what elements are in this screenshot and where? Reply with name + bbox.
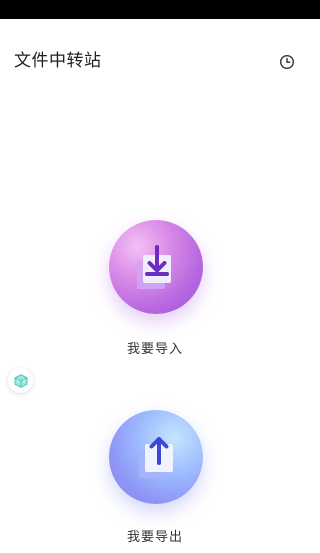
download-icon: [137, 245, 171, 289]
export-circle-decoration: [104, 405, 208, 509]
floating-widget[interactable]: [8, 368, 33, 393]
status-bar: [0, 0, 320, 19]
export-label[interactable]: 我要导出: [0, 526, 310, 545]
import-circle[interactable]: [109, 220, 203, 314]
upload-icon: [139, 437, 173, 478]
cube-icon: [14, 373, 27, 388]
export-circle[interactable]: [109, 410, 203, 504]
history-button[interactable]: [277, 52, 297, 72]
import-label[interactable]: 我要导入: [0, 338, 310, 357]
import-circle-decoration: [104, 215, 208, 319]
clock-icon: [279, 54, 295, 70]
page-title: 文件中转站: [14, 51, 102, 71]
